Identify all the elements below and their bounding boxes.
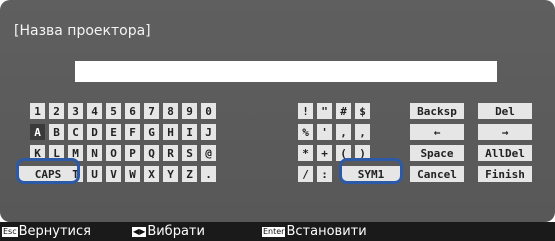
key[interactable]: G — [144, 124, 159, 140]
enter-hint: Enter Встановити — [262, 224, 367, 239]
key[interactable]: 4 — [87, 103, 102, 119]
key[interactable]: F — [125, 124, 140, 140]
key[interactable]: X — [144, 166, 159, 182]
control-key[interactable]: Space — [410, 145, 464, 161]
symbol-key[interactable]: / — [298, 166, 313, 182]
key[interactable]: B — [49, 124, 64, 140]
enter-key-icon: Enter — [262, 226, 286, 237]
key[interactable]: 2 — [49, 103, 64, 119]
footer-bar: Esc Вернутися ◀▶ Вибрати Enter Встановит… — [0, 222, 555, 241]
symbol-key[interactable]: , — [336, 124, 351, 140]
sym1-highlight — [339, 158, 403, 184]
control-key[interactable]: Cancel — [410, 166, 464, 182]
key[interactable]: H — [163, 124, 178, 140]
key[interactable]: J — [201, 124, 216, 140]
key[interactable]: P — [125, 145, 140, 161]
symbol-key[interactable]: * — [298, 145, 313, 161]
back-label: Вернутися — [18, 224, 91, 239]
control-key[interactable]: → — [478, 124, 532, 140]
key[interactable]: S — [182, 145, 197, 161]
key[interactable]: E — [106, 124, 121, 140]
key[interactable]: 6 — [125, 103, 140, 119]
projector-name-title: [Назва проектора] — [14, 23, 151, 39]
key[interactable]: 7 — [144, 103, 159, 119]
caps-highlight — [16, 158, 80, 184]
control-key[interactable]: ← — [410, 124, 464, 140]
symbol-key[interactable]: % — [298, 124, 313, 140]
select-label: Вибрати — [147, 224, 205, 239]
key[interactable]: A — [30, 124, 45, 140]
back-hint: Esc Вернутися — [2, 224, 91, 239]
key[interactable]: 8 — [163, 103, 178, 119]
key[interactable]: 3 — [68, 103, 83, 119]
key[interactable]: I — [182, 124, 197, 140]
symbol-key[interactable]: + — [317, 145, 332, 161]
key[interactable]: R — [163, 145, 178, 161]
key[interactable]: Z — [182, 166, 197, 182]
key[interactable]: @ — [201, 145, 216, 161]
key[interactable]: 1 — [30, 103, 45, 119]
key[interactable]: C — [68, 124, 83, 140]
enter-label: Встановити — [286, 224, 367, 239]
control-key[interactable]: Del — [478, 103, 532, 119]
select-hint: ◀▶ Вибрати — [132, 224, 205, 239]
symbol-key[interactable]: ! — [298, 103, 313, 119]
key[interactable]: W — [125, 166, 140, 182]
keyboard-panel: [Назва проектора] 1234567890ABCDEFGHIJKL… — [0, 0, 555, 222]
symbol-key[interactable]: ' — [317, 124, 332, 140]
key[interactable]: 9 — [182, 103, 197, 119]
arrows-key-icon: ◀▶ — [132, 226, 147, 237]
key[interactable]: Q — [144, 145, 159, 161]
projector-name-input[interactable] — [75, 61, 497, 82]
key[interactable]: D — [87, 124, 102, 140]
control-key[interactable]: AllDel — [478, 145, 532, 161]
control-key[interactable]: Finish — [478, 166, 532, 182]
key[interactable]: V — [106, 166, 121, 182]
esc-key-icon: Esc — [2, 226, 18, 237]
symbol-key[interactable]: : — [317, 166, 332, 182]
key[interactable]: O — [106, 145, 121, 161]
key[interactable]: 5 — [106, 103, 121, 119]
symbol-key[interactable]: $ — [355, 103, 370, 119]
symbol-key[interactable]: , — [355, 124, 370, 140]
key[interactable]: U — [87, 166, 102, 182]
symbol-key[interactable]: " — [317, 103, 332, 119]
key[interactable]: . — [201, 166, 216, 182]
symbol-key[interactable]: # — [336, 103, 351, 119]
key[interactable]: Y — [163, 166, 178, 182]
control-key[interactable]: Backsp — [410, 103, 464, 119]
key[interactable]: 0 — [201, 103, 216, 119]
key[interactable]: N — [87, 145, 102, 161]
